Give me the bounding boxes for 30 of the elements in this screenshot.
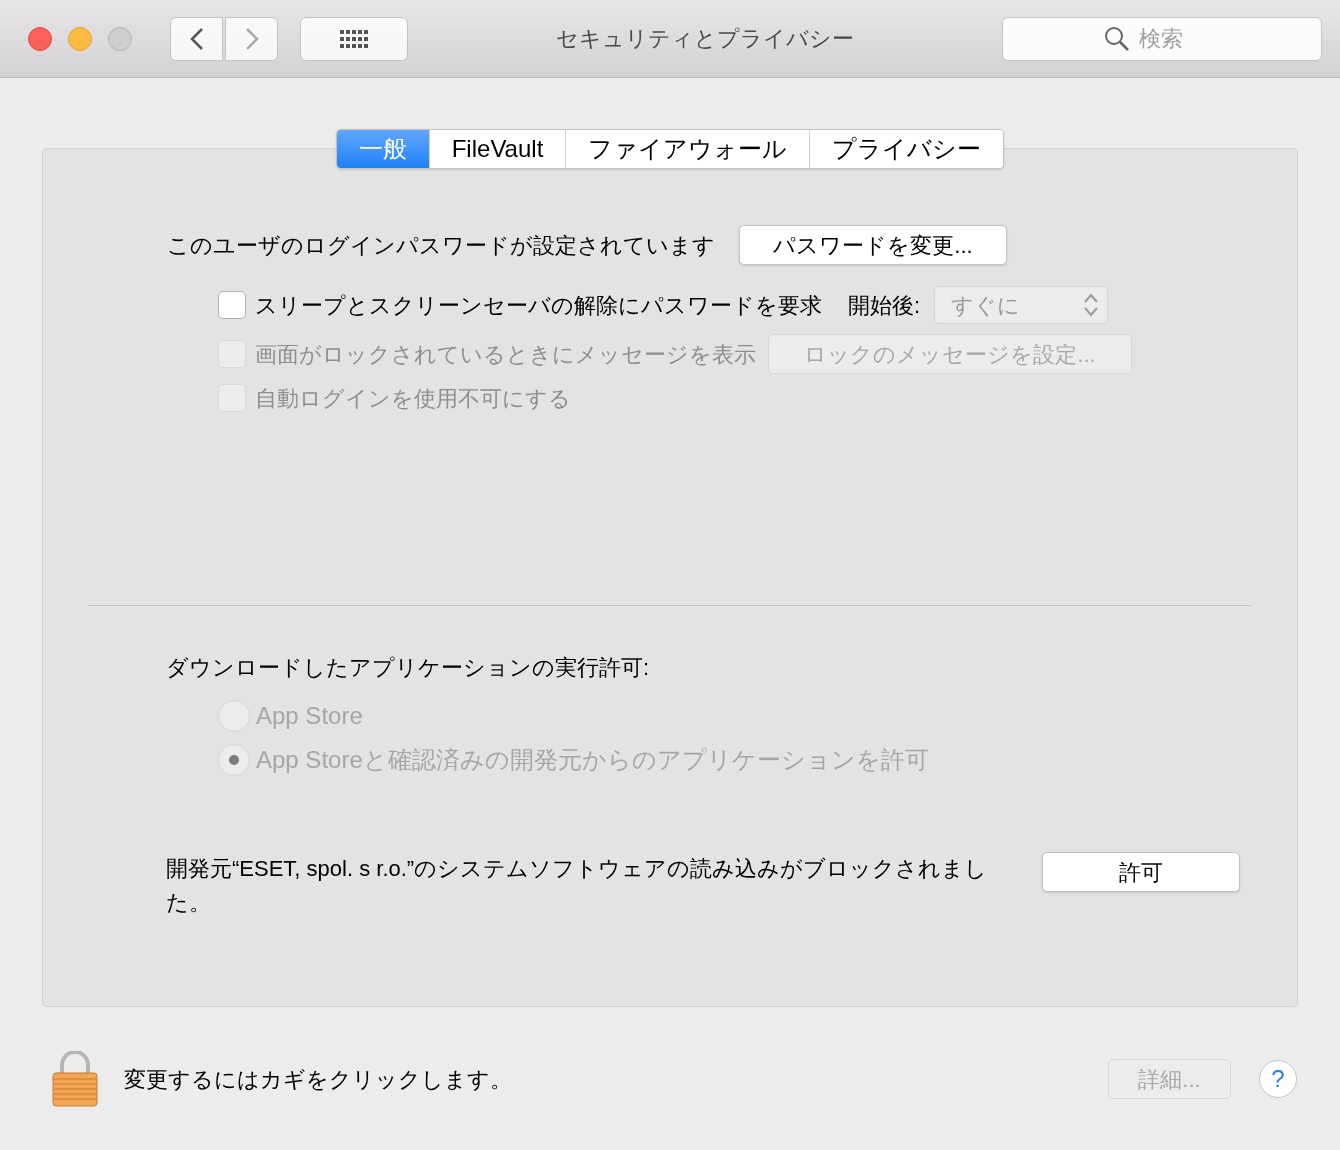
padlock-icon[interactable]: [52, 1051, 98, 1107]
back-button[interactable]: [170, 16, 223, 61]
close-button[interactable]: [28, 26, 52, 51]
change-password-button[interactable]: パスワードを変更...: [739, 225, 1007, 265]
chevron-left-icon: [189, 26, 204, 51]
updown-arrows-icon: [1083, 292, 1100, 318]
search-field[interactable]: 検索: [1002, 16, 1322, 61]
downloads-heading: ダウンロードしたアプリケーションの実行許可:: [165, 654, 651, 681]
checkbox-label: スリープとスクリーンセーバの解除にパスワードを要求: [255, 291, 822, 320]
window-title: セキュリティとプライバシー: [555, 25, 855, 53]
checkbox[interactable]: [218, 291, 246, 319]
blocked-software-message: 開発元“ESET, spol. s r.o.”のシステムソフトウェアの読み込みがブロックされました。: [166, 855, 989, 917]
tab[interactable]: プライバシー: [809, 130, 1004, 168]
radio-label: App Storeと確認済みの開発元からのアプリケーションを許可: [256, 745, 929, 775]
allow-button[interactable]: 許可: [1042, 852, 1240, 892]
chevron-right-icon: [244, 26, 259, 51]
show-all-button[interactable]: [300, 16, 408, 61]
minimize-button[interactable]: [68, 26, 92, 51]
checkbox-label: 自動ログインを使用不可にする: [255, 384, 571, 413]
tab[interactable]: ファイアウォール: [565, 130, 810, 168]
delay-label: 開始後:: [848, 291, 921, 320]
zoom-button[interactable]: [108, 26, 132, 51]
radio-label: App Store: [256, 701, 363, 731]
lock-hint-text: 変更するにはカギをクリックします。: [124, 1065, 512, 1094]
password-status-text: このユーザのログインパスワードが設定されています: [167, 231, 715, 260]
search-icon: [1104, 25, 1130, 52]
tab[interactable]: FileVault: [428, 130, 566, 168]
help-button[interactable]: ?: [1259, 1060, 1297, 1098]
checkbox-label: 画面がロックされているときにメッセージを表示: [255, 340, 756, 369]
grid-icon: [340, 29, 368, 48]
